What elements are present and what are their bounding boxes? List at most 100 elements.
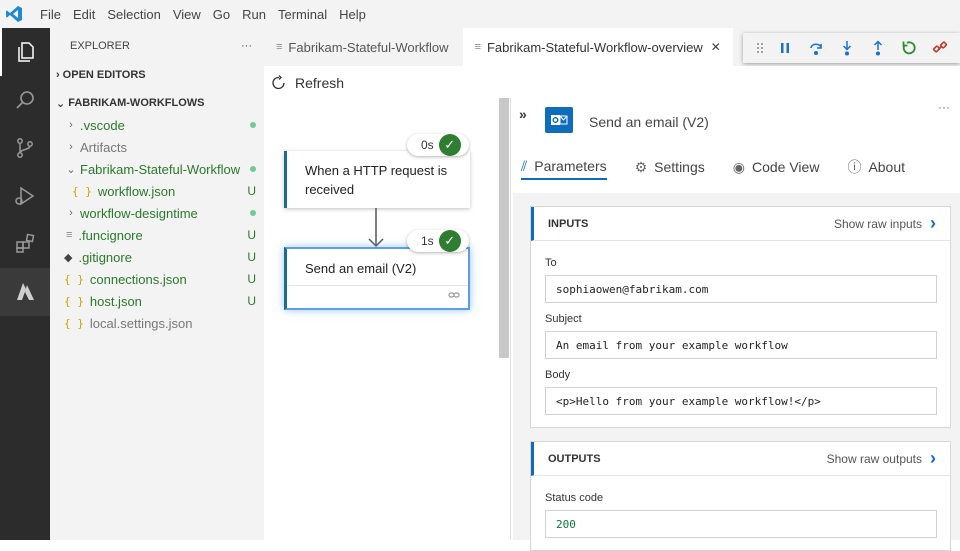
explorer-title: EXPLORER xyxy=(70,40,130,52)
menu-bar: File Edit Selection View Go Run Terminal… xyxy=(0,0,960,28)
chevron-right-icon: › xyxy=(69,207,73,219)
chevron-right-icon: › xyxy=(930,213,936,233)
restart-icon[interactable] xyxy=(893,33,924,63)
trigger-status-badge: 0s ✓ xyxy=(407,134,469,156)
json-file-icon: { } xyxy=(64,294,84,308)
azure-icon[interactable] xyxy=(0,268,50,316)
menu-view[interactable]: View xyxy=(173,7,201,22)
action-status-badge: 1s ✓ xyxy=(407,230,469,252)
tree-item-connections-json[interactable]: { } connections.json U xyxy=(50,268,264,290)
search-icon[interactable] xyxy=(0,76,50,124)
collapse-panel-icon[interactable]: » xyxy=(519,106,527,122)
json-file-icon: { } xyxy=(64,316,84,330)
file-lines-icon: ≡ xyxy=(66,229,73,241)
connector-arrow xyxy=(368,208,384,248)
chevron-right-icon: › xyxy=(69,119,73,131)
tree-item-host-json[interactable]: { } host.json U xyxy=(50,290,264,312)
link-icon xyxy=(448,292,460,298)
panel-more-icon[interactable]: ··· xyxy=(938,100,950,114)
menu-run[interactable]: Run xyxy=(242,7,266,22)
show-raw-inputs-link[interactable]: Show raw inputs › xyxy=(834,213,936,234)
tree-item-vscode[interactable]: › .vscode xyxy=(50,114,264,136)
success-check-icon: ✓ xyxy=(438,134,461,156)
json-file-icon: { } xyxy=(64,272,84,286)
trigger-card[interactable]: When a HTTP request is received xyxy=(284,151,470,208)
run-debug-icon[interactable] xyxy=(0,172,50,220)
tree-item-workflow-json[interactable]: { } workflow.json U xyxy=(50,180,264,202)
step-into-icon[interactable] xyxy=(831,33,862,63)
status-code-label: Status code xyxy=(545,492,604,504)
success-check-icon: ✓ xyxy=(438,230,461,252)
chevron-right-icon: › xyxy=(56,69,60,81)
file-lines-icon: ≡ xyxy=(474,41,481,53)
details-panel: » ··· Send an email (V2) ⫽ Parameters ⚙ … xyxy=(510,98,960,551)
step-over-icon[interactable] xyxy=(800,33,831,63)
inputs-section: INPUTS Show raw inputs › To sophiaowen@f… xyxy=(530,206,951,428)
tree-item-workflow-folder[interactable]: ⌄ Fabrikam-Stateful-Workflow xyxy=(50,158,264,180)
tab-workflow-overview[interactable]: ≡ Fabrikam-Stateful-Workflow-overview ✕ xyxy=(462,28,733,66)
editor-area: Refresh When a HTTP request is received … xyxy=(264,66,960,551)
git-diamond-icon: ◆ xyxy=(64,251,73,264)
step-out-icon[interactable] xyxy=(862,33,893,63)
tree-item-local-settings-json[interactable]: { } local.settings.json xyxy=(50,312,264,334)
tab-workflow[interactable]: ≡ Fabrikam-Stateful-Workflow xyxy=(264,28,461,66)
more-actions-icon[interactable]: ··· xyxy=(241,40,252,52)
panel-splitter[interactable] xyxy=(499,98,509,358)
panel-body: INPUTS Show raw inputs › To sophiaowen@f… xyxy=(513,193,960,551)
modified-dot-icon xyxy=(250,210,256,216)
show-raw-outputs-link[interactable]: Show raw outputs › xyxy=(827,448,936,469)
close-tab-icon[interactable]: ✕ xyxy=(711,40,721,54)
menu-terminal[interactable]: Terminal xyxy=(278,7,327,22)
tree-item-workflow-designtime[interactable]: › workflow-designtime xyxy=(50,202,264,224)
tab-about[interactable]: ⓘ About xyxy=(847,154,905,180)
drag-handle-icon[interactable] xyxy=(751,33,769,63)
menu-help[interactable]: Help xyxy=(339,7,366,22)
eye-icon: ◉ xyxy=(732,158,745,175)
tab-parameters[interactable]: ⫽ Parameters xyxy=(521,154,607,180)
body-value: <p>Hello from your example workflow!</p> xyxy=(545,387,937,415)
disconnect-icon[interactable] xyxy=(924,33,955,63)
panel-title: Send an email (V2) xyxy=(589,114,709,130)
chevron-down-icon: ⌄ xyxy=(66,163,76,176)
parameters-icon: ⫽ xyxy=(521,157,528,174)
workspace-section[interactable]: ⌄ FABRIKAM-WORKFLOWS xyxy=(50,92,264,114)
status-code-value: 200 xyxy=(545,510,937,538)
tree-item-gitignore[interactable]: ◆ .gitignore U xyxy=(50,246,264,268)
activity-bar xyxy=(0,28,50,540)
tree-item-artifacts[interactable]: › Artifacts xyxy=(50,136,264,158)
refresh-button[interactable]: Refresh xyxy=(270,74,344,92)
menu-file[interactable]: File xyxy=(40,7,61,22)
send-email-card[interactable]: Send an email (V2) xyxy=(284,247,470,310)
subject-value: An email from your example workflow xyxy=(545,331,937,359)
debug-toolbar xyxy=(743,33,960,63)
open-editors-section[interactable]: › OPEN EDITORS xyxy=(50,64,264,86)
tree-item-funcignore[interactable]: ≡ .funcignore U xyxy=(50,224,264,246)
chevron-right-icon: › xyxy=(930,448,936,468)
explorer-sidebar: EXPLORER ··· › OPEN EDITORS ⌄ FABRIKAM-W… xyxy=(50,28,264,540)
pause-icon[interactable] xyxy=(769,33,800,63)
json-file-icon: { } xyxy=(72,184,92,198)
outputs-header: OUTPUTS Show raw outputs › xyxy=(531,442,950,476)
inputs-header: INPUTS Show raw inputs › xyxy=(531,207,950,241)
to-label: To xyxy=(545,257,557,269)
extensions-icon[interactable] xyxy=(0,220,50,268)
body-label: Body xyxy=(545,369,571,381)
gear-icon: ⚙ xyxy=(634,158,648,175)
chevron-down-icon: ⌄ xyxy=(56,97,66,110)
menu-selection[interactable]: Selection xyxy=(107,7,160,22)
modified-dot-icon xyxy=(250,122,256,128)
menu-edit[interactable]: Edit xyxy=(73,7,95,22)
source-control-icon[interactable] xyxy=(0,124,50,172)
tab-code-view[interactable]: ◉ Code View xyxy=(733,154,820,180)
panel-tabs: ⫽ Parameters ⚙ Settings ◉ Code View ⓘ Ab… xyxy=(521,154,933,180)
subject-label: Subject xyxy=(545,313,582,325)
file-lines-icon: ≡ xyxy=(276,41,283,53)
tab-settings[interactable]: ⚙ Settings xyxy=(635,154,705,180)
chevron-right-icon: › xyxy=(69,141,73,153)
vscode-logo-icon xyxy=(0,0,28,28)
refresh-icon xyxy=(272,75,285,90)
menu-go[interactable]: Go xyxy=(213,7,230,22)
designer-canvas: When a HTTP request is received 0s ✓ Sen… xyxy=(264,98,500,540)
explorer-icon[interactable] xyxy=(0,28,50,76)
modified-dot-icon xyxy=(250,166,256,172)
